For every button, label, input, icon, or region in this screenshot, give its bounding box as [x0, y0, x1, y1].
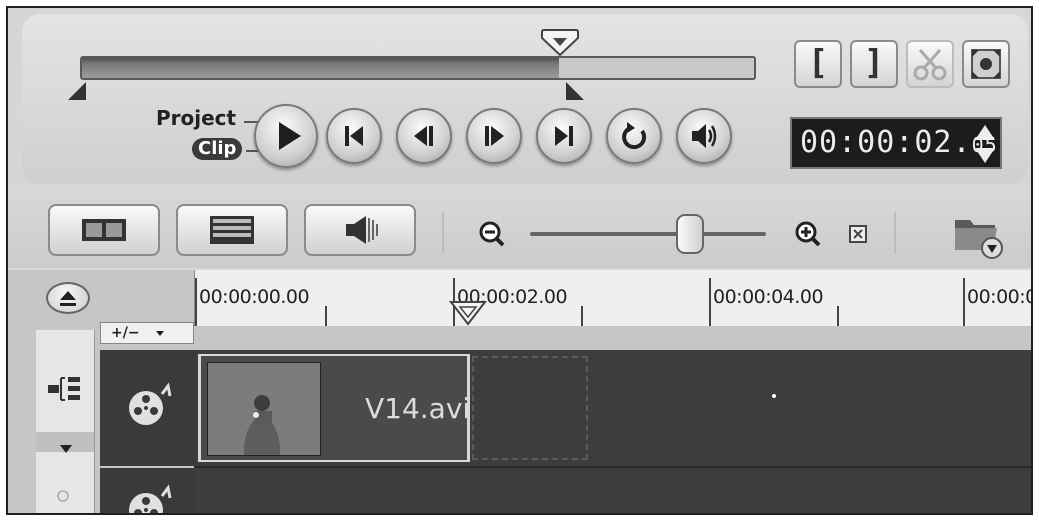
toggle-track-panel-button[interactable]: [46, 282, 90, 314]
ruler-tick: [709, 278, 711, 326]
scrubber-progress: [82, 58, 560, 78]
timeline-view-button[interactable]: [176, 204, 288, 256]
track-manager-icon[interactable]: [46, 374, 86, 408]
track-divider: [194, 466, 1031, 468]
film-reel-icon: [124, 484, 174, 513]
timecode-display[interactable]: 00:00:02.05: [790, 117, 1002, 169]
cut-clip-button[interactable]: [906, 40, 954, 88]
toolbar-separator: [442, 212, 444, 254]
video-track-header[interactable]: [100, 350, 194, 466]
timecode-value: 00:00:02.05: [800, 125, 998, 160]
repeat-button[interactable]: [606, 108, 662, 164]
ruler-tick: [837, 306, 839, 326]
zoom-slider-thumb[interactable]: [676, 214, 704, 254]
clip-name: V14.avi: [365, 392, 471, 425]
import-folder-icon[interactable]: [952, 210, 1004, 264]
audio-view-button[interactable]: [304, 204, 416, 256]
scrubber-thumb[interactable]: [540, 29, 580, 57]
ruler-tick: [581, 306, 583, 326]
chevron-down-icon: [60, 438, 72, 457]
collapse-tracks-button[interactable]: [36, 432, 94, 453]
ruler-tick: [963, 278, 965, 326]
track-option-icon: [56, 488, 70, 507]
add-remove-label: +/−: [111, 325, 140, 341]
time-ruler[interactable]: 00:00:00.00 00:00:02.00 00:00:04.00 00:0…: [194, 270, 1033, 326]
light-speck: [772, 394, 776, 398]
timeline-playhead[interactable]: [448, 300, 488, 326]
eject-icon: [48, 291, 88, 316]
next-frame-button[interactable]: [466, 108, 522, 164]
enlarge-preview-button[interactable]: [962, 40, 1010, 88]
volume-button[interactable]: [676, 108, 732, 164]
ruler-label: 00:00:0: [967, 286, 1033, 308]
ruler-tick: [325, 306, 327, 326]
ruler-label: 00:00:04.00: [713, 286, 824, 308]
film-reel-icon: [124, 382, 174, 436]
storyboard-view-button[interactable]: [48, 204, 160, 256]
overlay-track-header[interactable]: [100, 468, 194, 513]
track-manager-strip: [36, 330, 95, 513]
fit-project-icon[interactable]: [848, 224, 868, 248]
timecode-spinner[interactable]: [974, 123, 996, 165]
mark-in-button[interactable]: [: [794, 40, 842, 88]
chevron-down-icon: [156, 325, 165, 341]
mark-out-button[interactable]: ]: [850, 40, 898, 88]
play-button[interactable]: [254, 104, 318, 168]
video-clip[interactable]: V14.avi: [198, 354, 470, 462]
scrubber-track[interactable]: [80, 56, 756, 80]
trim-start-marker[interactable]: [66, 80, 88, 102]
toolbar-separator: [894, 212, 896, 254]
ruler-label: 00:00:00.00: [199, 286, 310, 308]
zoom-out-icon[interactable]: [478, 220, 506, 252]
timeline-toolbar: [8, 190, 1031, 268]
video-editor-window: Project Clip [ ] 00:00:02.05 00:00:00.00…: [6, 6, 1033, 515]
clip-drop-placeholder: [472, 356, 588, 460]
zoom-in-icon[interactable]: [794, 220, 822, 252]
go-to-end-button[interactable]: [536, 108, 592, 164]
trim-end-marker[interactable]: [564, 80, 586, 102]
track-area[interactable]: V14.avi: [194, 350, 1031, 513]
previous-frame-button[interactable]: [396, 108, 452, 164]
zoom-slider-track[interactable]: [530, 232, 766, 236]
clip-mode-label[interactable]: Clip: [192, 138, 243, 160]
add-remove-track-button[interactable]: +/−: [100, 322, 194, 344]
clip-thumbnail: [207, 362, 321, 456]
project-mode-label[interactable]: Project: [156, 106, 236, 130]
go-to-start-button[interactable]: [326, 108, 382, 164]
player-panel: Project Clip [ ] 00:00:02.05: [22, 14, 1028, 184]
ruler-tick: [195, 278, 197, 326]
timeline-area: 00:00:00.00 00:00:02.00 00:00:04.00 00:0…: [8, 270, 1033, 513]
